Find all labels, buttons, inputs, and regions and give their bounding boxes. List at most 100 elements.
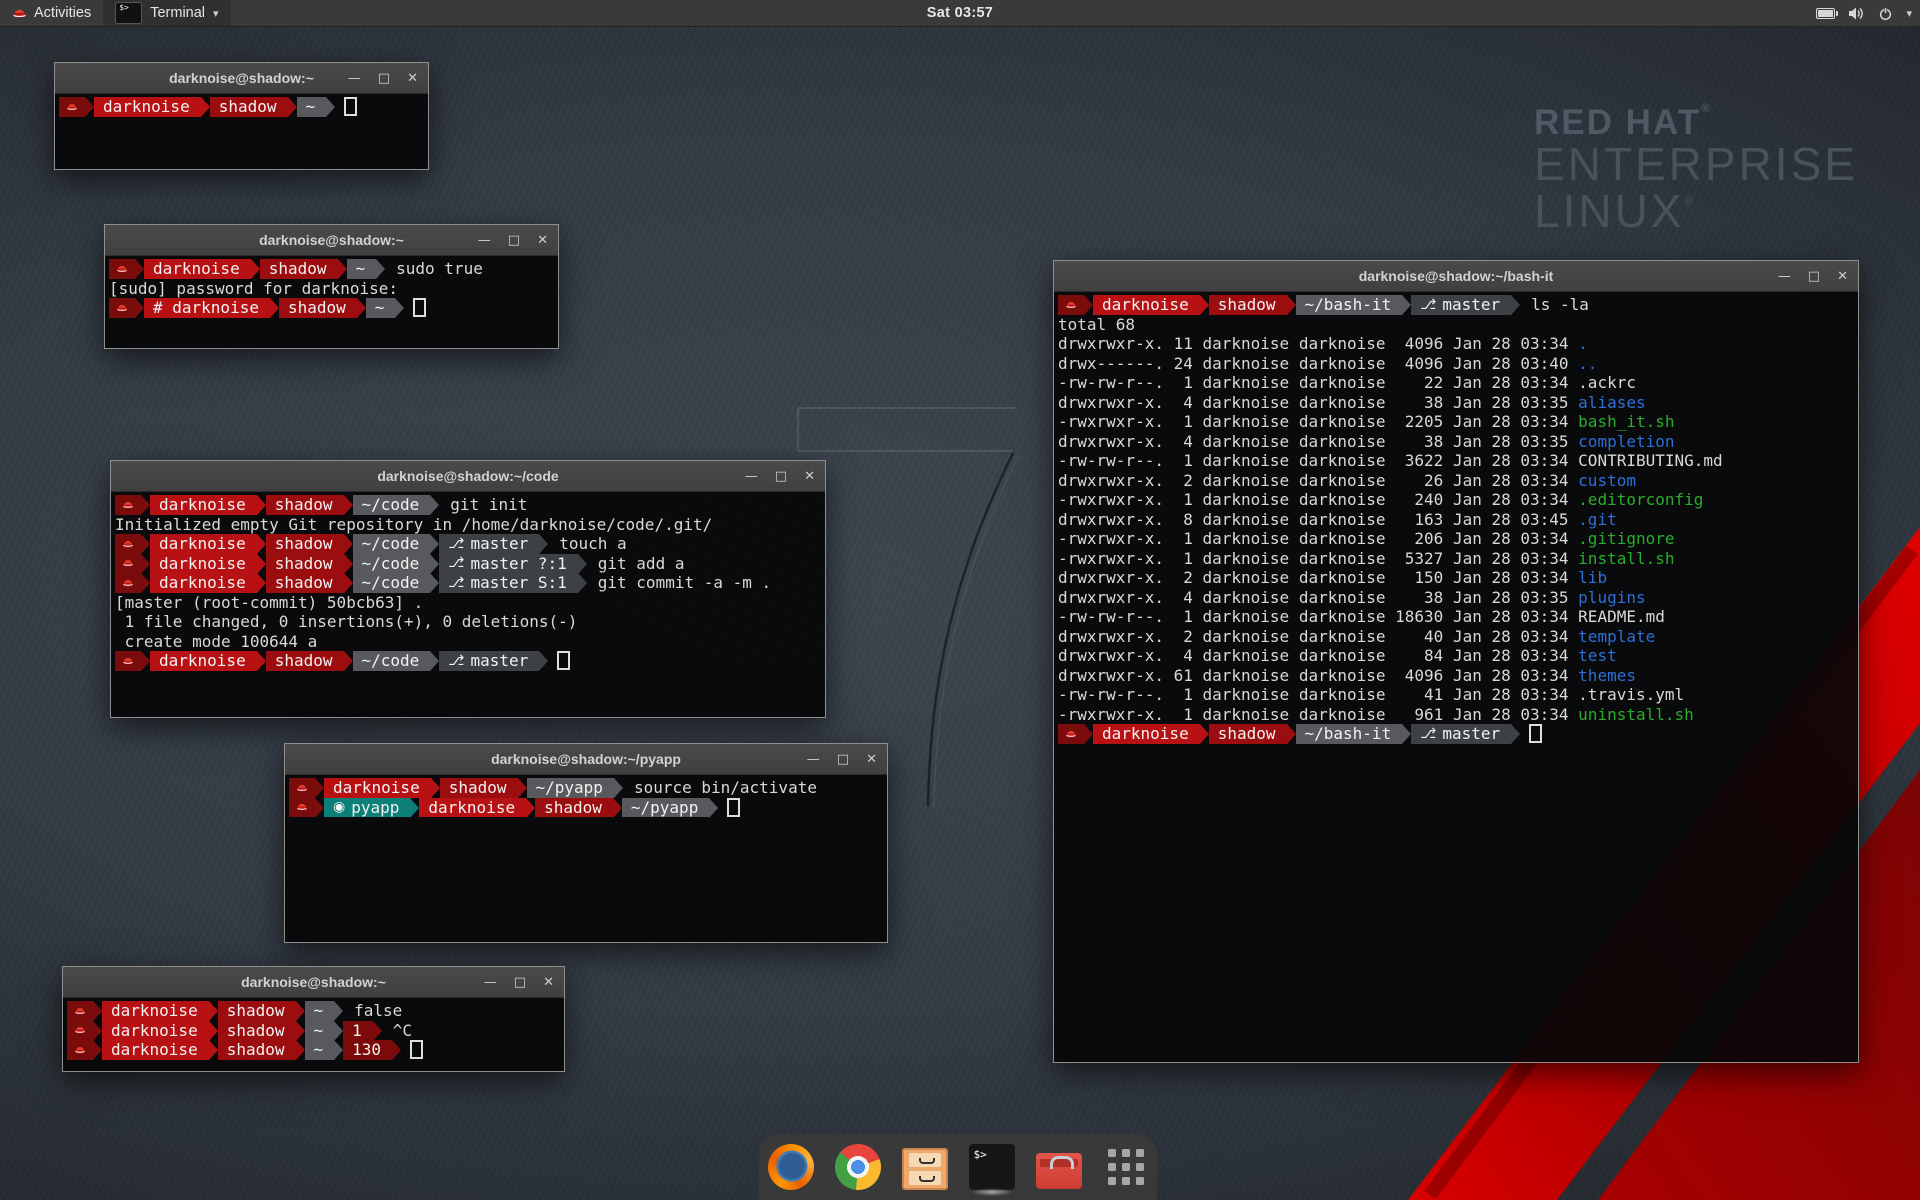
redhat-prompt-icon xyxy=(115,554,141,574)
chevron-down-icon: ▾ xyxy=(1906,7,1912,20)
ls-filename: .gitignore xyxy=(1578,529,1674,549)
powerline-arrow xyxy=(257,495,266,515)
command-text: source bin/activate xyxy=(623,778,817,797)
ls-filename: .travis.yml xyxy=(1578,685,1684,705)
maximize-button[interactable]: □ xyxy=(508,233,520,248)
prompt-segment-path: ~/code xyxy=(353,495,431,515)
powerline-arrow xyxy=(410,798,419,818)
powerline-arrow xyxy=(288,97,297,117)
powerline-arrow xyxy=(344,534,353,554)
powerline-arrow xyxy=(1084,295,1093,315)
terminal-window-home-1: darknoise@shadow:~ —□✕ darknoiseshadow~ xyxy=(54,62,429,170)
git-branch-icon: ⎇ xyxy=(448,536,464,552)
maximize-button[interactable]: □ xyxy=(1808,269,1820,284)
maximize-button[interactable]: □ xyxy=(378,71,390,86)
terminal-content[interactable]: darknoiseshadow~/codegit initInitialized… xyxy=(111,492,825,717)
terminal-content[interactable]: darknoiseshadow~ xyxy=(55,94,428,169)
ls-row-meta: drwxrwxr-x. 61 darknoise darknoise 4096 … xyxy=(1058,666,1578,686)
window-titlebar[interactable]: darknoise@shadow:~ —□✕ xyxy=(105,225,558,256)
maximize-button[interactable]: □ xyxy=(837,752,849,767)
prompt-segment-path: ~ xyxy=(366,298,396,318)
command-text: git commit -a -m . xyxy=(587,573,771,592)
prompt-segment-path: ~ xyxy=(305,1021,335,1041)
terminal-content[interactable]: darknoiseshadow~sudo true[sudo] password… xyxy=(105,256,558,348)
redhat-prompt-icon xyxy=(59,97,85,117)
system-status-area[interactable]: ▾ xyxy=(1816,0,1912,26)
powerline-arrow xyxy=(93,1040,102,1060)
terminal-content[interactable]: darknoiseshadow~falsedarknoiseshadow~1^C… xyxy=(63,998,564,1071)
clock[interactable]: Sat 03:57 xyxy=(0,5,1920,21)
ls-row-meta: drwxrwxr-x. 2 darknoise darknoise 40 Jan… xyxy=(1058,627,1578,647)
powerline-arrow xyxy=(539,651,548,671)
powerline-arrow xyxy=(141,554,150,574)
minimize-button[interactable]: — xyxy=(807,752,820,767)
terminal-dock-icon[interactable]: $> xyxy=(969,1144,1015,1190)
close-button[interactable]: ✕ xyxy=(543,975,554,990)
command-text: ls -la xyxy=(1520,295,1589,314)
powerline-arrow xyxy=(257,651,266,671)
git-branch-icon: ⎇ xyxy=(1420,726,1436,742)
terminal-content[interactable]: darknoiseshadow~/bash-it⎇masterls -latot… xyxy=(1054,292,1858,1062)
ls-row-meta: -rwxrwxr-x. 1 darknoise darknoise 240 Ja… xyxy=(1058,490,1578,510)
prompt-segment-host: shadow xyxy=(266,554,344,574)
prompt-segment-host: shadow xyxy=(266,495,344,515)
window-titlebar[interactable]: darknoise@shadow:~/pyapp —□✕ xyxy=(285,744,887,775)
prompt-segment-user: darknoise xyxy=(150,554,257,574)
minimize-button[interactable]: — xyxy=(348,71,361,86)
redhat-prompt-icon xyxy=(115,573,141,593)
terminal-line: darknoiseshadow~ xyxy=(59,97,428,117)
window-titlebar[interactable]: darknoise@shadow:~ —□✕ xyxy=(55,63,428,94)
redhat-prompt-icon xyxy=(1058,295,1084,315)
ls-filename: themes xyxy=(1578,666,1636,686)
minimize-button[interactable]: — xyxy=(478,233,491,248)
terminal-window-home-2: darknoise@shadow:~ —□✕ darknoiseshadow~f… xyxy=(62,966,565,1072)
prompt-segment-host: shadow xyxy=(218,1040,296,1060)
git-branch-icon: ⎇ xyxy=(448,555,464,571)
powerline-arrow xyxy=(1287,724,1296,744)
window-titlebar[interactable]: darknoise@shadow:~/code —□✕ xyxy=(111,461,825,492)
powerline-arrow xyxy=(357,298,366,318)
terminal-line: drwxrwxr-x. 8 darknoise darknoise 163 Ja… xyxy=(1058,510,1858,530)
terminal-line: drwxrwxr-x. 4 darknoise darknoise 38 Jan… xyxy=(1058,393,1858,413)
toolbox-icon[interactable] xyxy=(1036,1153,1082,1189)
minimize-button[interactable]: — xyxy=(484,975,497,990)
prompt-segment-user: darknoise xyxy=(150,573,257,593)
window-titlebar[interactable]: darknoise@shadow:~ —□✕ xyxy=(63,967,564,998)
git-branch-icon: ⎇ xyxy=(448,653,464,669)
close-button[interactable]: ✕ xyxy=(804,469,815,484)
firefox-icon[interactable] xyxy=(768,1144,814,1190)
powerline-arrow xyxy=(85,97,94,117)
chrome-icon[interactable] xyxy=(835,1144,881,1190)
powerline-arrow xyxy=(257,534,266,554)
ls-row-meta: drwxrwxr-x. 4 darknoise darknoise 38 Jan… xyxy=(1058,393,1578,413)
terminal-line: drwxrwxr-x. 11 darknoise darknoise 4096 … xyxy=(1058,334,1858,354)
minimize-button[interactable]: — xyxy=(745,469,758,484)
powerline-arrow xyxy=(392,1040,401,1060)
terminal-line: drwxrwxr-x. 2 darknoise darknoise 26 Jan… xyxy=(1058,471,1858,491)
minimize-button[interactable]: — xyxy=(1778,269,1791,284)
close-button[interactable]: ✕ xyxy=(537,233,548,248)
file-manager-icon[interactable] xyxy=(902,1148,948,1190)
terminal-line: -rwxrwxr-x. 1 darknoise darknoise 2205 J… xyxy=(1058,412,1858,432)
terminal-line: -rwxrwxr-x. 1 darknoise darknoise 240 Ja… xyxy=(1058,490,1858,510)
window-titlebar[interactable]: darknoise@shadow:~/bash-it —□✕ xyxy=(1054,261,1858,292)
powerline-arrow xyxy=(315,778,324,798)
ls-row-meta: drwxrwxr-x. 4 darknoise darknoise 38 Jan… xyxy=(1058,432,1578,452)
close-button[interactable]: ✕ xyxy=(866,752,877,767)
powerline-arrow xyxy=(539,534,548,554)
close-button[interactable]: ✕ xyxy=(1837,269,1848,284)
terminal-line: darknoiseshadow~/code⎇master S:1git comm… xyxy=(115,573,825,593)
powerline-arrow xyxy=(1402,295,1411,315)
maximize-button[interactable]: □ xyxy=(514,975,526,990)
prompt-segment-exit: 130 xyxy=(343,1040,392,1060)
ls-row-meta: -rwxrwxr-x. 1 darknoise darknoise 961 Ja… xyxy=(1058,705,1578,725)
terminal-line: drwxrwxr-x. 2 darknoise darknoise 150 Ja… xyxy=(1058,568,1858,588)
powerline-arrow xyxy=(344,554,353,574)
app-grid-icon[interactable] xyxy=(1103,1144,1149,1190)
terminal-content[interactable]: darknoiseshadow~/pyappsource bin/activat… xyxy=(285,775,887,942)
maximize-button[interactable]: □ xyxy=(775,469,787,484)
terminal-line: -rw-rw-r--. 1 darknoise darknoise 41 Jan… xyxy=(1058,685,1858,705)
terminal-line: -rwxrwxr-x. 1 darknoise darknoise 5327 J… xyxy=(1058,549,1858,569)
terminal-output: [sudo] password for darknoise: xyxy=(109,279,398,299)
close-button[interactable]: ✕ xyxy=(407,71,418,86)
